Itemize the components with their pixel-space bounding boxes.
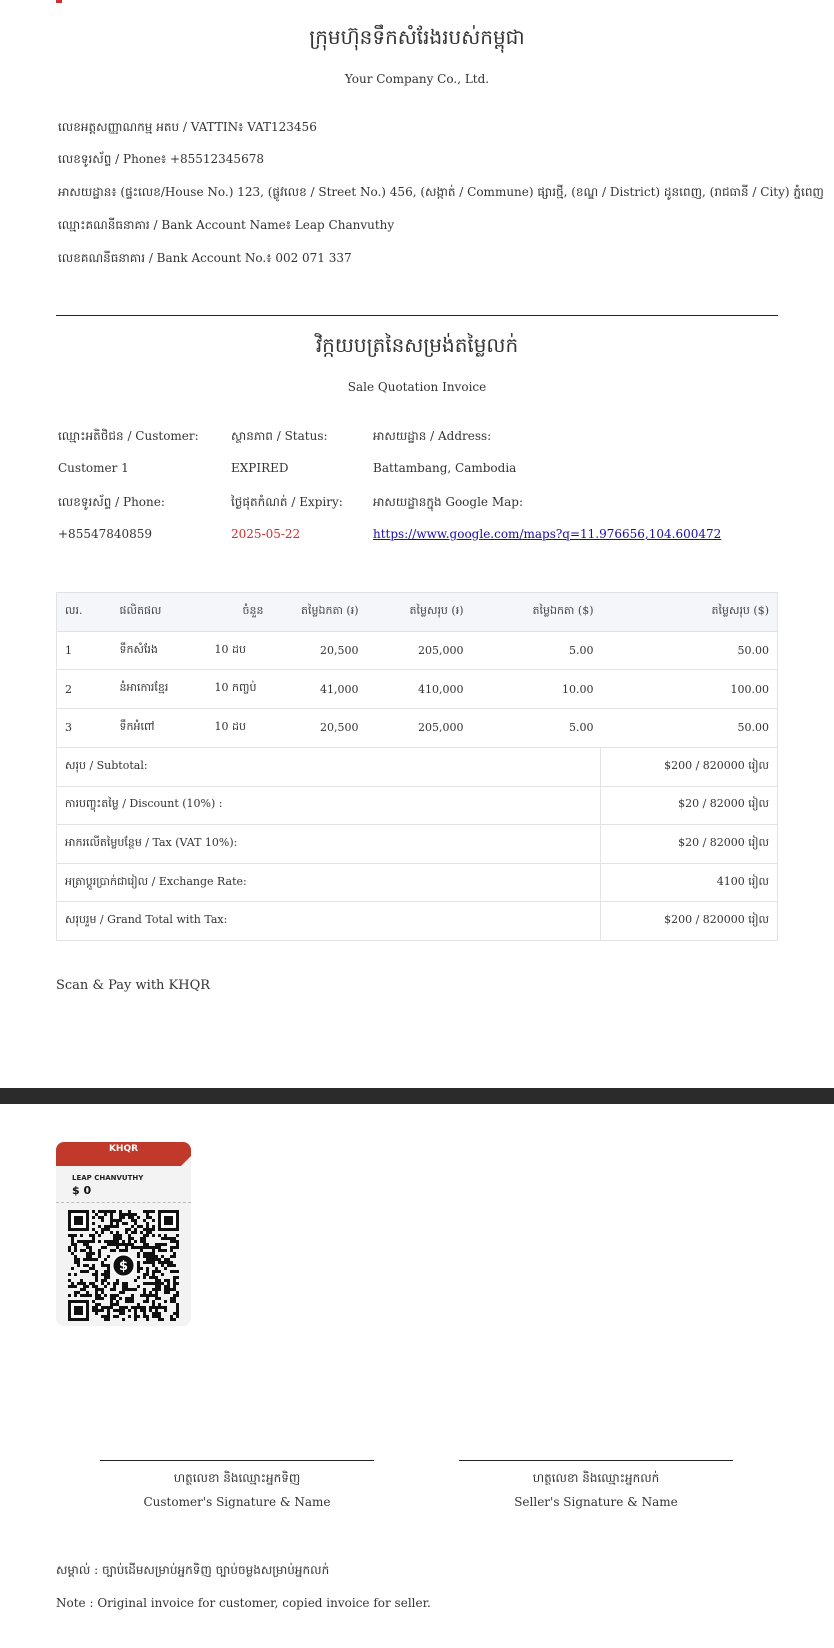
customer-signature-kh: ហត្ថលេខា និងឈ្មោះអ្នកទិញ [173, 1471, 301, 1485]
header-unit-usd: តម្លៃឯកតា ($) [471, 592, 602, 632]
company-vattin: លេខអត្តសញ្ញាណកម្ម អតប / VATTIN៖ VAT12345… [58, 120, 317, 134]
expiry-label: ថ្ងៃផុតកំណត់ / Expiry: [231, 495, 343, 509]
totals-row-discount: ការបញ្ចុះតម្លៃ / Discount (10%) : $20 / … [56, 785, 778, 826]
khqr-divider [56, 1202, 191, 1203]
table-row: 3 ទឹកអំពៅ 10 ដប 20,500 205,000 5.00 50.0… [56, 708, 778, 748]
seller-signature-line [459, 1460, 733, 1461]
header-total-riel: តម្លៃសរុប (៛) [366, 592, 472, 632]
customer-signature-en: Customer's Signature & Name [143, 1495, 331, 1509]
header-product: ផលិតផល [111, 592, 207, 632]
discount-label: ការបញ្ចុះតម្លៃ / Discount (10%) : [56, 785, 601, 826]
khqr-account-name: LEAP CHANVUTHY [72, 1174, 144, 1182]
row-qty: 10 ដប [206, 631, 272, 671]
tax-label: អាករលើតម្លៃបន្ថែម / Tax (VAT 10%): [56, 824, 601, 864]
row-product: ទឹកសំរែង [111, 631, 207, 671]
seller-signature-en: Seller's Signature & Name [514, 1495, 678, 1509]
totals-row-exchange: អត្រាប្តូរប្រាក់ជារៀល / Exchange Rate: 4… [56, 862, 778, 903]
row-qty: 10 ដប [206, 708, 272, 748]
khqr-header: KHQR [56, 1142, 191, 1166]
row-unit-usd: 5.00 [471, 631, 602, 671]
table-header-row: លរ. ផលិតផល ចំនួន តម្លៃឯកតា (៛) តម្លៃសរុប… [56, 592, 778, 632]
customer-signature-line [100, 1460, 374, 1461]
address-value: Battambang, Cambodia [373, 461, 517, 475]
scan-pay-label: Scan & Pay with KHQR [56, 978, 211, 993]
company-bank-name: ឈ្មោះគណនីធនាគារ / Bank Account Name៖ Lea… [58, 218, 395, 232]
items-table: លរ. ផលិតផល ចំនួន តម្លៃឯកតា (៛) តម្លៃសរុប… [56, 592, 778, 748]
row-total-riel: 205,000 [366, 631, 472, 671]
totals-row-grand-total: សរុបរួម / Grand Total with Tax: $200 / 8… [56, 901, 778, 941]
row-product: ទឹកអំពៅ [111, 708, 207, 748]
company-phone: លេខទូរស័ព្ទ / Phone៖ +85512345678 [58, 152, 264, 166]
khqr-card: KHQR LEAP CHANVUTHY $ 0 $ [56, 1142, 191, 1326]
row-unit-riel: 20,500 [271, 631, 367, 671]
company-name-en: Your Company Co., Ltd. [344, 72, 490, 86]
status-value: EXPIRED [231, 461, 289, 475]
row-unit-usd: 10.00 [471, 669, 602, 710]
row-unit-usd: 5.00 [471, 708, 602, 748]
grand-total-label: សរុបរួម / Grand Total with Tax: [56, 901, 601, 941]
customer-phone-label: លេខទូរស័ព្ទ / Phone: [58, 495, 165, 509]
row-no: 2 [56, 669, 112, 710]
invoice-title-kh: វិក្កយបត្រនៃសម្រង់តម្លៃលក់ [315, 333, 519, 357]
header-no: លរ. [56, 592, 112, 632]
header-unit-riel: តម្លៃឯកតា (៛) [271, 592, 367, 632]
row-product: នំអាកោរខ្មែរ [111, 669, 207, 710]
totals-table: សរុប / Subtotal: $200 / 820000 រៀល ការបញ… [56, 747, 778, 941]
qr-code: $ [68, 1210, 179, 1321]
qr-finder-pattern [68, 1300, 89, 1321]
dollar-icon-glyph: $ [119, 1259, 128, 1274]
row-total-usd: 50.00 [601, 708, 778, 748]
invoice-page-2: KHQR LEAP CHANVUTHY $ 0 $ ហត្ថលេខា និងឈ្… [0, 1104, 834, 1648]
address-label: អាសយដ្ឋាន / Address: [373, 429, 492, 443]
seller-signature-kh: ហត្ថលេខា និងឈ្មោះអ្នកលក់ [532, 1471, 660, 1485]
totals-row-subtotal: សរុប / Subtotal: $200 / 820000 រៀល [56, 747, 778, 787]
header-total-usd: តម្លៃសរុប ($) [601, 592, 778, 632]
section-divider [56, 315, 778, 316]
row-no: 1 [56, 631, 112, 671]
grand-total-value: $200 / 820000 រៀល [600, 901, 778, 941]
note-en: Note : Original invoice for customer, co… [56, 1596, 431, 1610]
qr-finder-pattern [158, 1210, 179, 1231]
khqr-amount: $ 0 [72, 1184, 92, 1197]
map-label: អាសយដ្ឋានក្នុង Google Map: [373, 495, 524, 509]
row-total-usd: 100.00 [601, 669, 778, 710]
customer-phone: +85547840859 [58, 527, 153, 541]
totals-row-tax: អាករលើតម្លៃបន្ថែម / Tax (VAT 10%): $20 /… [56, 824, 778, 864]
header-qty: ចំនួន [206, 592, 272, 632]
row-total-riel: 410,000 [366, 669, 472, 710]
row-total-usd: 50.00 [601, 631, 778, 671]
row-unit-riel: 41,000 [271, 669, 367, 710]
discount-value: $20 / 82000 រៀល [600, 785, 778, 826]
invoice-title-en: Sale Quotation Invoice [347, 380, 487, 394]
row-qty: 10 កញ្ចប់ [206, 669, 272, 710]
row-no: 3 [56, 708, 112, 748]
table-row: 2 នំអាកោរខ្មែរ 10 កញ្ចប់ 41,000 410,000 … [56, 669, 778, 710]
company-bank-number: លេខគណនីធនាគារ / Bank Account No.៖ 002 07… [58, 251, 352, 265]
qr-finder-pattern [68, 1210, 89, 1231]
exchange-rate-label: អត្រាប្តូរប្រាក់ជារៀល / Exchange Rate: [56, 862, 601, 903]
table-row: 1 ទឹកសំរែង 10 ដប 20,500 205,000 5.00 50.… [56, 631, 778, 671]
subtotal-value: $200 / 820000 រៀល [600, 747, 778, 787]
status-label: ស្ថានភាព / Status: [231, 429, 328, 443]
row-unit-riel: 20,500 [271, 708, 367, 748]
expiry-date: 2025-05-22 [231, 527, 301, 541]
invoice-page-1: ក្រុមហ៊ុនទឹកសំរែងរបស់កម្ពុជា Your Compan… [0, 0, 834, 1088]
page-marker [56, 0, 62, 3]
exchange-rate-value: 4100 រៀល [600, 862, 778, 903]
customer-name-label: ឈ្មោះអតិថិជន / Customer: [58, 429, 199, 443]
row-total-riel: 205,000 [366, 708, 472, 748]
company-name-kh: ក្រុមហ៊ុនទឹកសំរែងរបស់កម្ពុជា [309, 25, 525, 49]
company-address: អាសយដ្ឋាន៖ (ផ្ទះលេខ/House No.) 123, (ផ្ល… [58, 185, 824, 199]
google-map-link[interactable]: https://www.google.com/maps?q=11.976656,… [373, 527, 721, 541]
customer-name: Customer 1 [58, 461, 129, 475]
tax-value: $20 / 82000 រៀល [600, 824, 778, 864]
page-break [0, 1088, 834, 1104]
subtotal-label: សរុប / Subtotal: [56, 747, 601, 787]
note-kh: សម្គាល់ : ច្បាប់ដើមសម្រាប់អ្នកទិញ ច្បាប់… [56, 1563, 330, 1577]
khqr-brand: KHQR [108, 1144, 139, 1154]
